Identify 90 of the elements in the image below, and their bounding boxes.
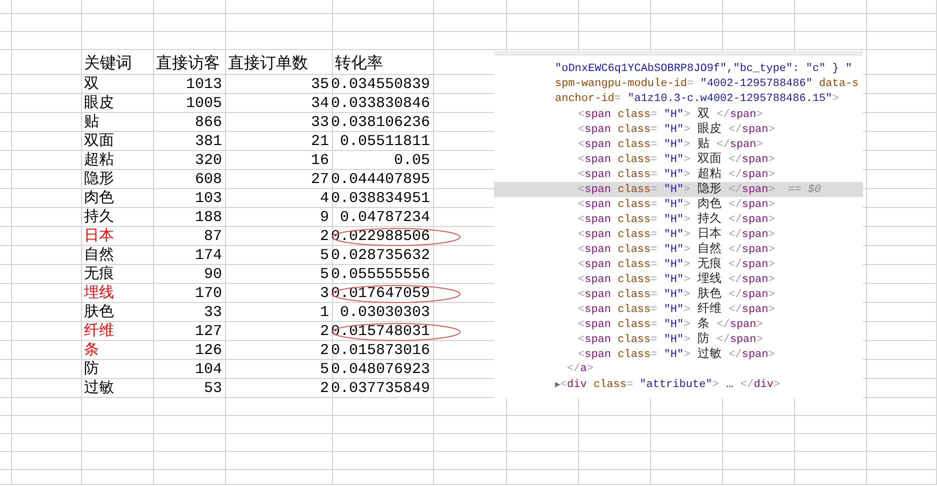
table-cell-text: 866 <box>194 114 223 132</box>
table-cell-text: 防 <box>83 361 100 379</box>
table-cell-text: 0.037735849 <box>330 380 431 398</box>
table-cell-text: 双 <box>83 76 100 94</box>
table-cell-text: 3 <box>318 285 330 303</box>
table-cell-text: 贴 <box>83 114 100 132</box>
table-cell-text: 条 <box>83 342 100 360</box>
table-cell-text: 过敏 <box>83 380 115 398</box>
code-line[interactable]: <span class= "H"> 无痕 </span> <box>494 257 863 272</box>
table-cell-text: 381 <box>194 133 223 151</box>
table-cell-text: 2 <box>318 342 330 360</box>
table-cell-text: 188 <box>194 209 223 227</box>
table-cell-text: 320 <box>194 152 223 170</box>
table-cell-text: 0.015873016 <box>330 342 431 360</box>
table-cell-text: 0.034550839 <box>330 76 431 94</box>
table-cell-text: 隐形 <box>83 171 115 189</box>
table-cell-text: 126 <box>194 342 223 360</box>
code-line[interactable]: <span class= "H"> 双面 </span> <box>494 152 863 167</box>
code-line[interactable]: <span class= "H"> 防 </span> <box>494 332 863 347</box>
code-line[interactable]: <span class= "H"> 双 </span> <box>494 107 863 122</box>
table-cell-text: 5 <box>318 266 330 284</box>
code-line[interactable]: <span class= "H"> 肤色 </span> <box>494 287 863 302</box>
table-cell-text: 超粘 <box>83 152 115 170</box>
column-header: 关键词 <box>83 54 133 75</box>
table-cell-text: 2 <box>318 323 330 341</box>
table-cell-text: 16 <box>310 152 330 170</box>
table-cell-text: 肉色 <box>83 190 115 208</box>
code-line[interactable]: <span class= "H"> 持久 </span> <box>494 212 863 227</box>
table-cell-text: 9 <box>318 209 330 227</box>
code-line[interactable]: <span class= "H"> 自然 </span> <box>494 242 863 257</box>
table-cell-text: 埋线 <box>83 285 115 303</box>
table-cell-text: 27 <box>310 171 330 189</box>
column-header: 转化率 <box>334 54 384 75</box>
table-cell-text: 肤色 <box>83 304 115 322</box>
table-cell-text: 0.055555556 <box>330 266 431 284</box>
table-cell-text: 双面 <box>83 133 115 151</box>
table-cell-text: 0.033830846 <box>330 95 431 113</box>
table-cell-text: 0.04787234 <box>338 209 431 227</box>
table-cell-text: 纤维 <box>83 323 115 341</box>
code-line[interactable]: <span class= "H"> 埋线 </span> <box>494 272 863 287</box>
table-cell-text: 103 <box>194 190 223 208</box>
code-line[interactable]: <span class= "H"> 贴 </span> <box>494 137 863 152</box>
table-cell-text: 眼皮 <box>83 95 115 113</box>
table-cell-text: 0.048076923 <box>330 361 431 379</box>
table-cell-text: 170 <box>194 285 223 303</box>
table-cell-text: 0.038834951 <box>330 190 431 208</box>
table-cell-text: 0.028735632 <box>330 247 431 265</box>
code-line[interactable]: "oDnxEWC6q1YCAbSOBRP8JO9f","bc_type": "c" } " <box>494 62 863 77</box>
code-line[interactable]: <span class= "H"> 超粘 </span> <box>494 167 863 182</box>
code-line[interactable]: spm-wangpu-module-id= "4002-1295788486" data-s <box>494 77 863 92</box>
table-cell-text: 自然 <box>83 247 115 265</box>
table-cell-text: 5 <box>318 247 330 265</box>
table-cell-text: 无痕 <box>83 266 115 284</box>
table-cell-text: 2 <box>318 380 330 398</box>
table-cell-text: 0.044407895 <box>330 171 431 189</box>
code-line[interactable]: ▶<div class= "attribute"> … </div> <box>494 377 863 392</box>
table-cell-text: 0.05511811 <box>338 133 431 151</box>
column-header: 直接访客 <box>155 54 221 75</box>
table-cell-text: 21 <box>310 133 330 151</box>
table-cell-text: 0.03030303 <box>338 304 431 322</box>
code-line[interactable]: <span class= "H"> 过敏 </span> <box>494 347 863 362</box>
table-cell-text: 53 <box>202 380 223 398</box>
table-cell-text: 0.05 <box>392 152 431 170</box>
table-cell-text: 5 <box>318 361 330 379</box>
table-cell-text: 34 <box>310 95 330 113</box>
table-cell-text: 104 <box>194 361 223 379</box>
table-cell-text: 33 <box>310 114 330 132</box>
code-line[interactable]: </a> <box>494 362 863 377</box>
table-cell-text: 2 <box>318 228 330 246</box>
column-header: 直接订单数 <box>227 54 309 75</box>
table-cell-text: 1 <box>318 304 330 322</box>
table-cell-text: 持久 <box>83 209 115 227</box>
table-cell-text: 174 <box>194 247 223 265</box>
table-cell-text: 1005 <box>184 95 223 113</box>
table-cell-text: 0.038106236 <box>330 114 431 132</box>
code-line[interactable]: <span class= "H"> 条 </span> <box>494 317 863 332</box>
table-cell-text: 日本 <box>83 228 115 246</box>
table-cell-text: 87 <box>202 228 223 246</box>
table-cell-text: 608 <box>194 171 223 189</box>
table-cell-text: 1013 <box>184 76 223 94</box>
code-line[interactable]: anchor-id= "a1z10.3-c.w4002-1295788486.15"> <box>494 92 863 107</box>
table-cell-text: 4 <box>318 190 330 208</box>
code-line[interactable]: <span class= "H"> 日本 </span> <box>494 227 863 242</box>
table-cell-text: 127 <box>194 323 223 341</box>
code-line[interactable]: <span class= "H"> 眼皮 </span> <box>494 122 863 137</box>
code-line[interactable]: <span class= "H"> 纤维 </span> <box>494 302 863 317</box>
table-cell-text: 33 <box>202 304 223 322</box>
code-line[interactable]: <span class= "H"> 肉色 </span> <box>494 197 863 212</box>
table-cell-text: 35 <box>310 76 330 94</box>
table-cell-text: 90 <box>202 266 223 284</box>
